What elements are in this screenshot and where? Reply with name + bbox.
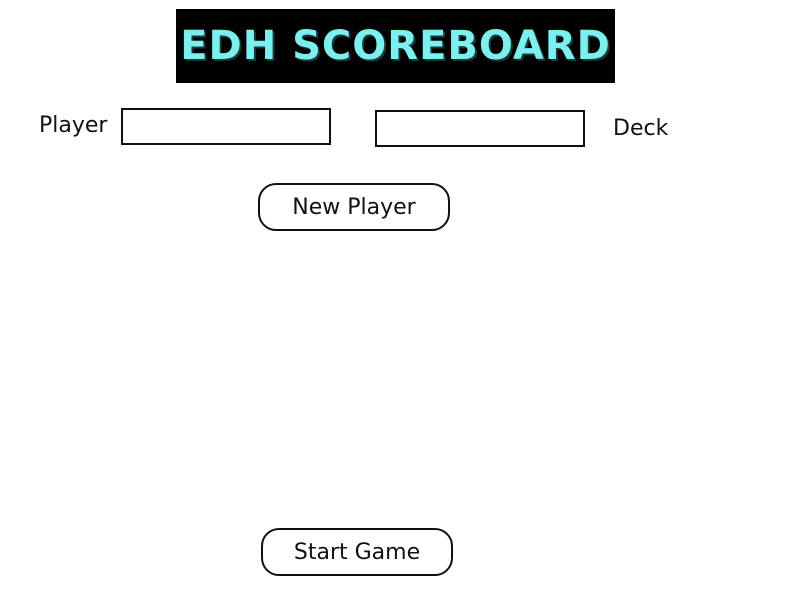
player-label: Player — [39, 113, 108, 138]
deck-label: Deck — [613, 116, 669, 141]
start-game-button[interactable]: Start Game — [261, 528, 453, 576]
banner-title: EDH SCOREBOARD — [180, 23, 611, 69]
title-banner: EDH SCOREBOARD — [176, 9, 615, 83]
player-name-input[interactable] — [121, 108, 331, 145]
new-player-button[interactable]: New Player — [258, 183, 450, 231]
scoreboard-window: EDH SCOREBOARD Player Deck New Player St… — [0, 0, 800, 600]
deck-name-input[interactable] — [375, 110, 585, 147]
